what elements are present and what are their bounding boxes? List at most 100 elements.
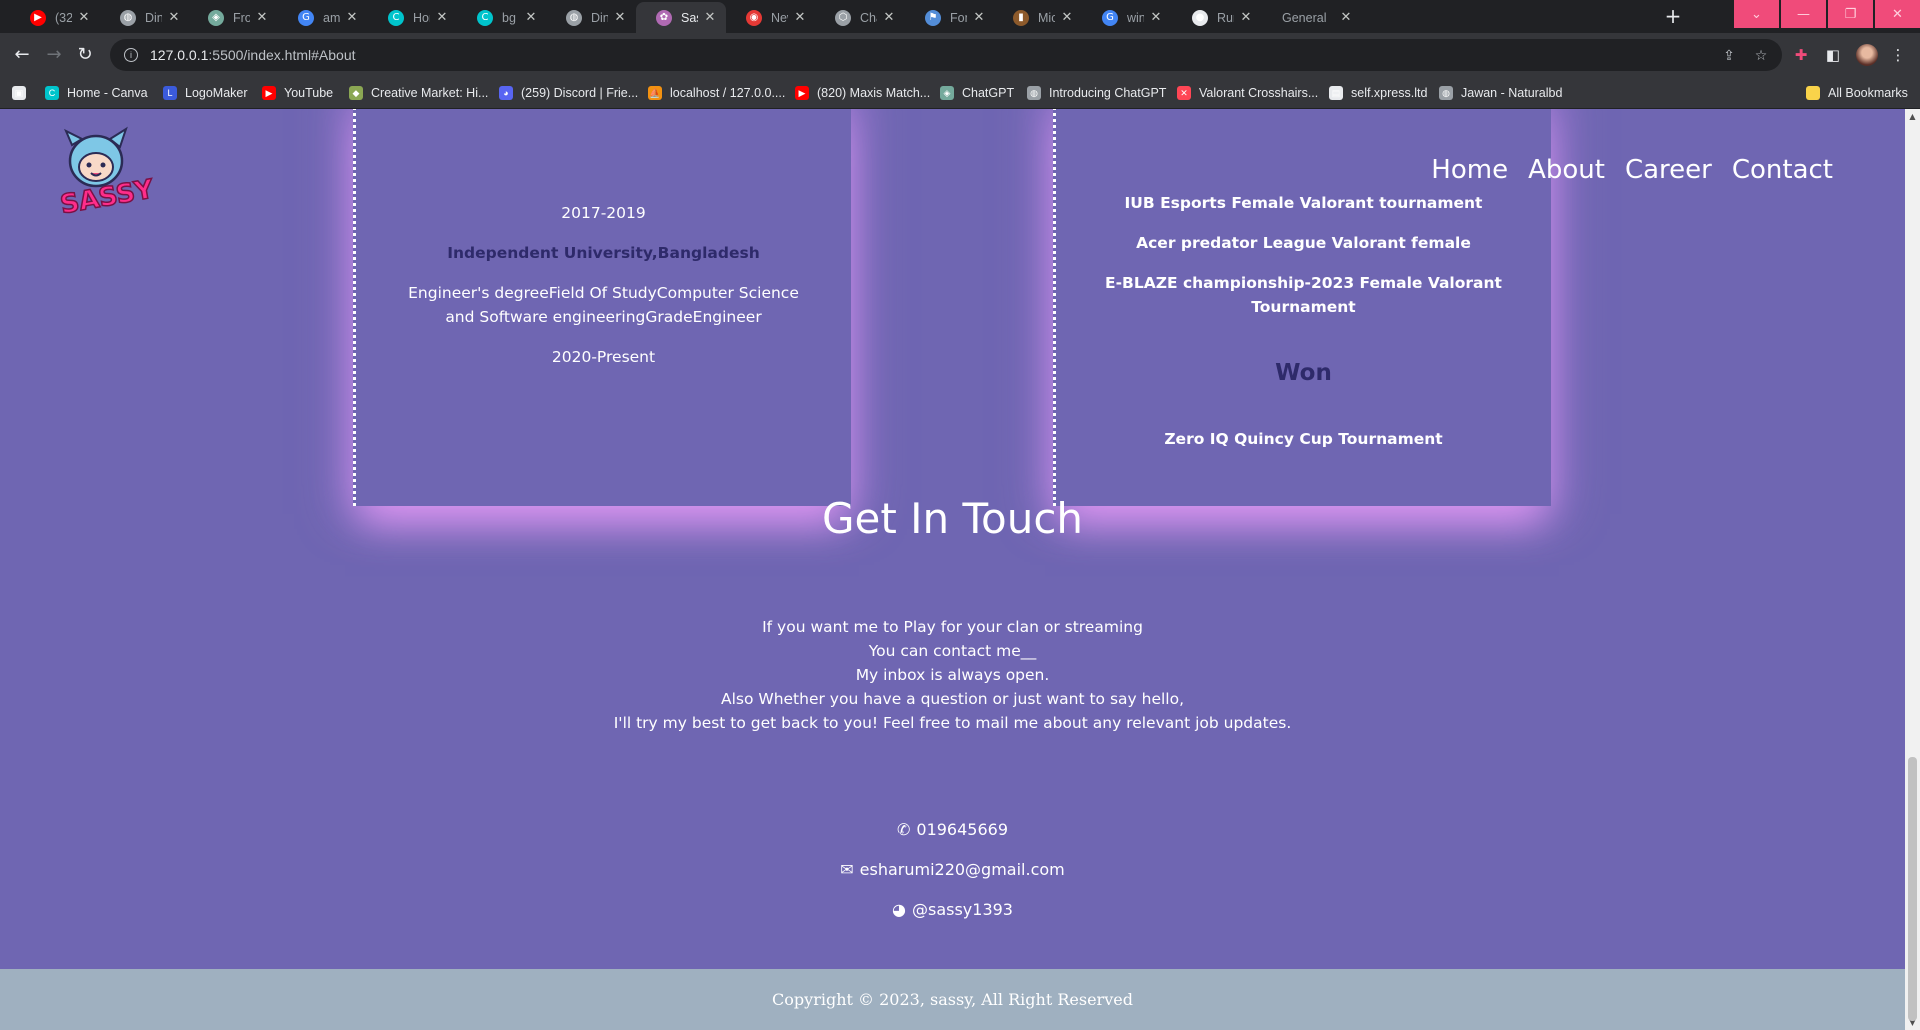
minimize-icon[interactable]: — [1781,0,1826,28]
scrollbar-thumb[interactable] [1908,757,1917,1021]
tab-close-icon[interactable]: ✕ [1148,10,1164,25]
bookmark-item[interactable]: C Home - Canva [45,85,148,101]
tab-close-icon[interactable]: ✕ [1059,10,1075,25]
profile-avatar[interactable] [1856,44,1878,66]
tab-close-icon[interactable]: ✕ [702,10,718,25]
bookmark-item[interactable]: ⛵ localhost / 127.0.0.... [648,85,785,101]
browser-tab[interactable]: Gwined n ✕ [1082,2,1172,33]
tab-favicon-icon: ◍ [120,9,136,26]
restore-icon[interactable]: ❐ [1828,0,1873,28]
bookmark-favicon-icon: ▶ [795,86,809,100]
browser-tab[interactable]: ◉ New Ta ✕ [726,2,816,33]
bookmark-item[interactable]: ✕ Valorant Crosshairs... [1177,85,1318,101]
tab-title: Dina TA [145,10,162,25]
reload-icon[interactable]: ↻ [73,43,97,67]
browser-tab[interactable]: ⬡ Chandr ✕ [815,2,905,33]
forward-arrow-icon[interactable]: → [42,43,66,67]
bookmark-item[interactable]: ▣ [12,85,34,101]
email-contact[interactable]: ✉ esharumi220@gmail.com [0,860,1905,879]
bookmark-item[interactable]: ▶ YouTube [262,85,333,101]
browser-tab[interactable]: ◈ Front-E ✕ [188,2,278,33]
share-icon[interactable]: ⇪ [1720,47,1738,65]
bookmark-label: (820) Maxis Match... [817,86,931,100]
nav-career[interactable]: Career [1625,155,1712,185]
browser-tab[interactable]: ⚑ Font Av ✕ [905,2,995,33]
tab-close-icon[interactable]: ✕ [881,10,897,25]
bookmark-label: (259) Discord | Frie... [521,86,639,100]
discord-icon: ◕ [892,900,906,919]
tab-favicon-icon: ⚑ [925,9,941,26]
nav-contact[interactable]: Contact [1732,155,1833,185]
sassy-logo[interactable]: SASSY [57,123,163,221]
extensions-icon[interactable]: ✚ [1791,45,1811,65]
tab-title: wined n [1127,10,1144,25]
discord-contact[interactable]: ◕ @sassy1393 [0,900,1905,919]
tab-close-icon[interactable]: ✕ [971,10,987,25]
scroll-up-icon[interactable]: ▲ [1908,112,1917,121]
get-in-touch-title: Get In Touch [821,494,1084,543]
tab-title: General [1282,10,1327,25]
browser-tab-strip: + ⌄ — ❐ ✕ ▶(3226) Y✕◍Dina TA✕◈Front-E✕Ga… [0,0,1920,33]
bookmark-favicon-icon: L [163,86,177,100]
new-tab-button[interactable]: + [1661,4,1685,28]
bookmark-label: Introducing ChatGPT [1049,86,1167,100]
tab-favicon-icon: ⬡ [835,9,851,26]
tab-close-icon[interactable]: ✕ [254,10,270,25]
discord-handle: @sassy1393 [911,900,1013,919]
site-info-icon[interactable]: i [124,48,138,62]
page-viewport: 2017-2019 Independent University,Banglad… [0,109,1920,1030]
tab-close-icon[interactable]: ✕ [434,10,450,25]
menu-dots-icon[interactable]: ⋮ [1888,45,1908,65]
tab-close-icon[interactable]: ✕ [523,10,539,25]
all-bookmarks-folder[interactable]: All Bookmarks [1806,85,1908,101]
tab-search-icon[interactable]: ⌄ [1734,0,1779,28]
bookmark-item[interactable]: ▶ (820) Maxis Match... [795,85,930,101]
tab-close-icon[interactable]: ✕ [792,10,808,25]
browser-tab[interactable]: C Home - ✕ [368,2,458,33]
get-in-touch-text: If you want me to Play for your clan or … [0,615,1905,735]
tournament-item: E-BLAZE championship-2023 Female Valoran… [1105,274,1502,316]
tab-close-icon[interactable]: ✕ [1238,10,1254,25]
tab-favicon-icon: G [1102,9,1118,26]
browser-tab[interactable]: ◍ Dina TA ✕ [100,2,190,33]
bookmark-item[interactable]: ◍ Introducing ChatGPT [1027,85,1166,101]
browser-tab[interactable]: General ✕ [1262,2,1362,33]
browser-tab[interactable]: ◍ Dina TA ✕ [546,2,636,33]
tab-title: bg - Tw [502,10,519,25]
bookmark-item[interactable]: L LogoMaker [163,85,248,101]
tab-title: (3226) Y [55,10,72,25]
browser-tab[interactable]: ✿ Sassy ✕ [636,2,726,33]
browser-tab[interactable]: ▮ Mickhel ✕ [993,2,1083,33]
side-panel-icon[interactable]: ◧ [1823,45,1843,65]
tab-close-icon[interactable]: ✕ [76,10,92,25]
browser-tab[interactable]: ▶ (3226) Y ✕ [10,2,100,33]
bookmark-item[interactable]: ◕ (259) Discord | Frie... [499,85,638,101]
phone-number: 019645669 [916,820,1009,839]
nav-about[interactable]: About [1528,155,1605,185]
browser-tab[interactable]: ● Rumi22 ✕ [1172,2,1262,33]
tab-close-icon[interactable]: ✕ [1338,10,1354,25]
bookmark-favicon-icon: ◕ [499,86,513,100]
phone-contact[interactable]: ✆ 019645669 [0,820,1905,839]
tab-title: Chandr [860,10,877,25]
tab-close-icon[interactable]: ✕ [166,10,182,25]
browser-tab[interactable]: Gam doir ✕ [278,2,368,33]
bookmark-item[interactable]: ◈ ChatGPT [940,85,1014,101]
won-tournament-item: Zero IQ Quincy Cup Tournament [1164,430,1443,448]
bookmark-favicon-icon: ◍ [1027,86,1041,100]
bookmark-item[interactable]: ▤ self.xpress.ltd [1329,85,1427,101]
bookmark-favicon-icon: ▤ [1329,86,1343,100]
browser-tab[interactable]: Cbg - Tw ✕ [457,2,547,33]
back-arrow-icon[interactable]: ← [10,43,34,67]
tab-favicon-icon: ● [1192,9,1208,26]
tournament-item: Acer predator League Valorant female [1136,234,1471,252]
nav-home[interactable]: Home [1431,155,1508,185]
close-window-icon[interactable]: ✕ [1875,0,1920,28]
address-bar[interactable]: i 127.0.0.1:5500/index.html#About ⇪ ☆ [110,39,1782,71]
tab-close-icon[interactable]: ✕ [344,10,360,25]
bookmark-label: Valorant Crosshairs... [1199,86,1319,100]
bookmark-star-icon[interactable]: ☆ [1752,47,1770,65]
bookmark-item[interactable]: ◍ Jawan - Naturalbd [1439,85,1562,101]
bookmark-item[interactable]: ◆ Creative Market: Hi... [349,85,488,101]
tab-close-icon[interactable]: ✕ [612,10,628,25]
